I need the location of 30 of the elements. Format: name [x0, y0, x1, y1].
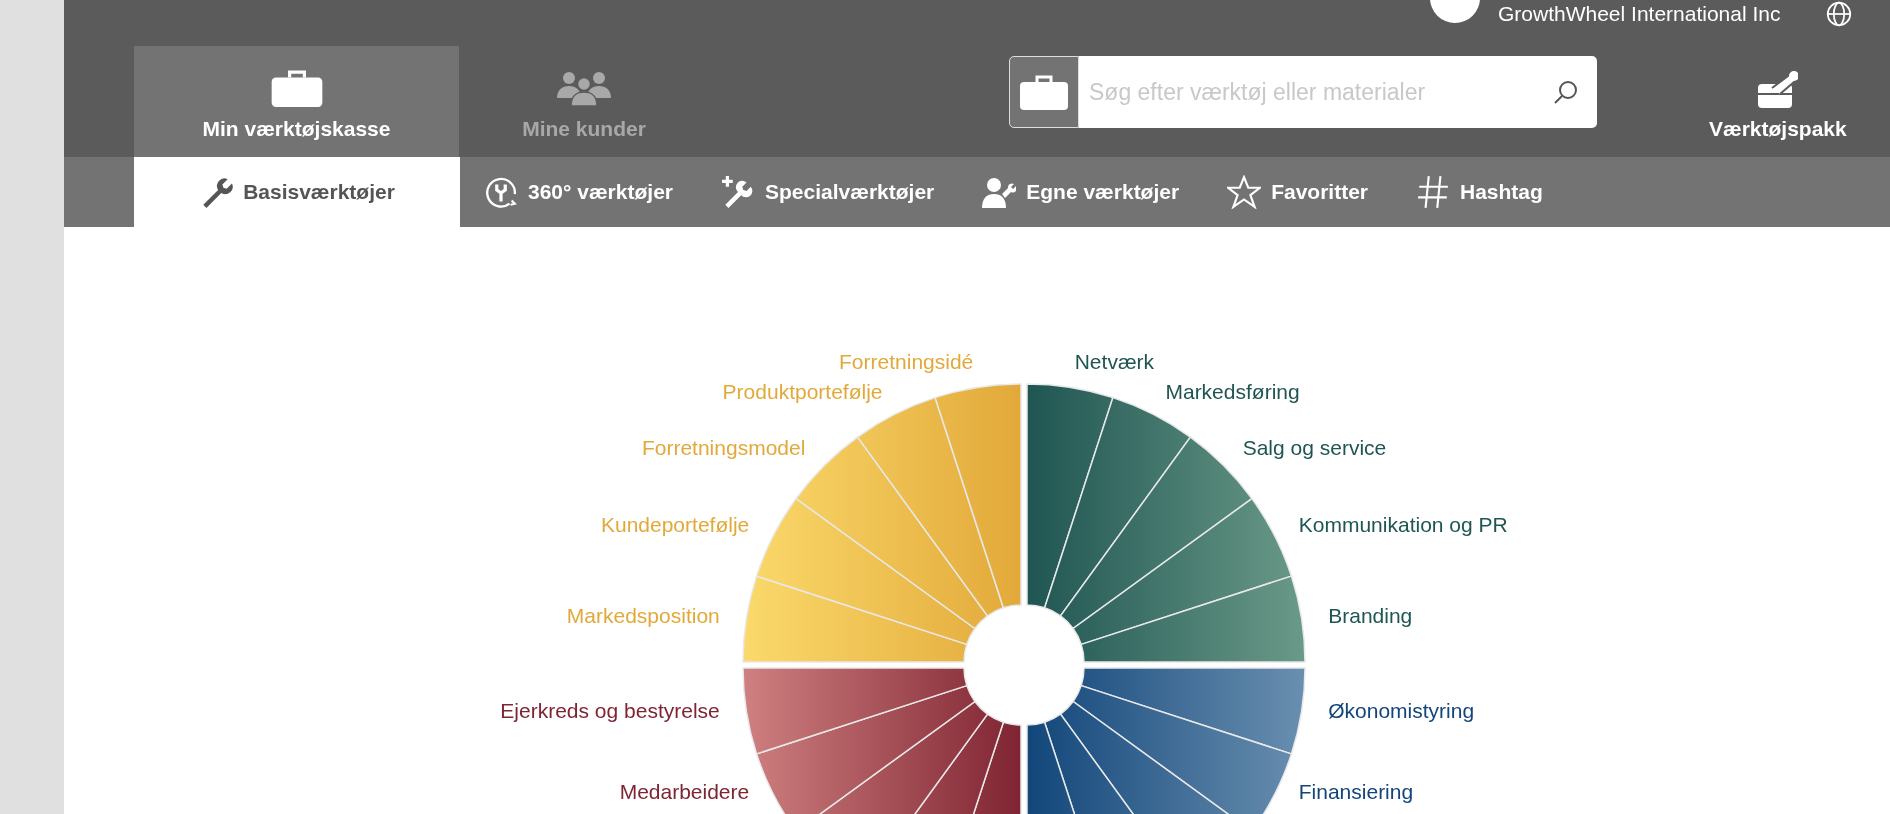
account-name[interactable]: GrowthWheel International Inc [1498, 2, 1781, 26]
hash-icon [1416, 175, 1450, 209]
tool-tab[interactable]: Egne værktøjer [958, 157, 1204, 227]
wheel-label[interactable]: Medarbeidere [619, 779, 750, 803]
cycle-wrench-icon [484, 175, 518, 209]
wheel-label[interactable]: Markedsføring [1165, 379, 1300, 403]
tool-tab[interactable]: Specialværktøjer [697, 157, 959, 227]
avatar-icon[interactable] [1430, 0, 1480, 23]
briefcase-icon [1020, 74, 1068, 110]
person-wrench-icon [982, 175, 1017, 209]
globe-icon[interactable] [1826, 1, 1853, 27]
wheel-label[interactable]: Salg og service [1242, 435, 1387, 459]
wheel-label[interactable]: Netværk [1074, 350, 1155, 374]
wheel-label[interactable]: Kommunikation og PR [1298, 513, 1508, 537]
wheel-label[interactable]: Økonomistyring [1328, 699, 1475, 723]
tool-tab[interactable]: Hashtag [1392, 157, 1567, 227]
tool-tab[interactable]: Favoritter [1203, 157, 1392, 227]
plus-wrench-icon [721, 175, 755, 209]
wheel-label[interactable]: Ejerkreds og bestyrelse [500, 699, 720, 723]
search-icon[interactable] [1553, 79, 1579, 105]
tool-tab[interactable]: Basisværktøjer [134, 157, 460, 227]
nav-tab[interactable]: Min værktøjskasse [134, 46, 459, 157]
toolbox-wrench-icon [1757, 71, 1798, 109]
toolkit-button[interactable]: Værktøjspakk [1709, 46, 1847, 157]
tool-tab[interactable]: 360° værktøjer [460, 157, 697, 227]
scope-button[interactable] [1009, 56, 1079, 128]
wheel-label[interactable]: Finansiering [1298, 779, 1414, 803]
wheel-label[interactable]: Branding [1328, 603, 1413, 627]
people-icon [556, 69, 612, 107]
star-icon [1227, 175, 1262, 209]
